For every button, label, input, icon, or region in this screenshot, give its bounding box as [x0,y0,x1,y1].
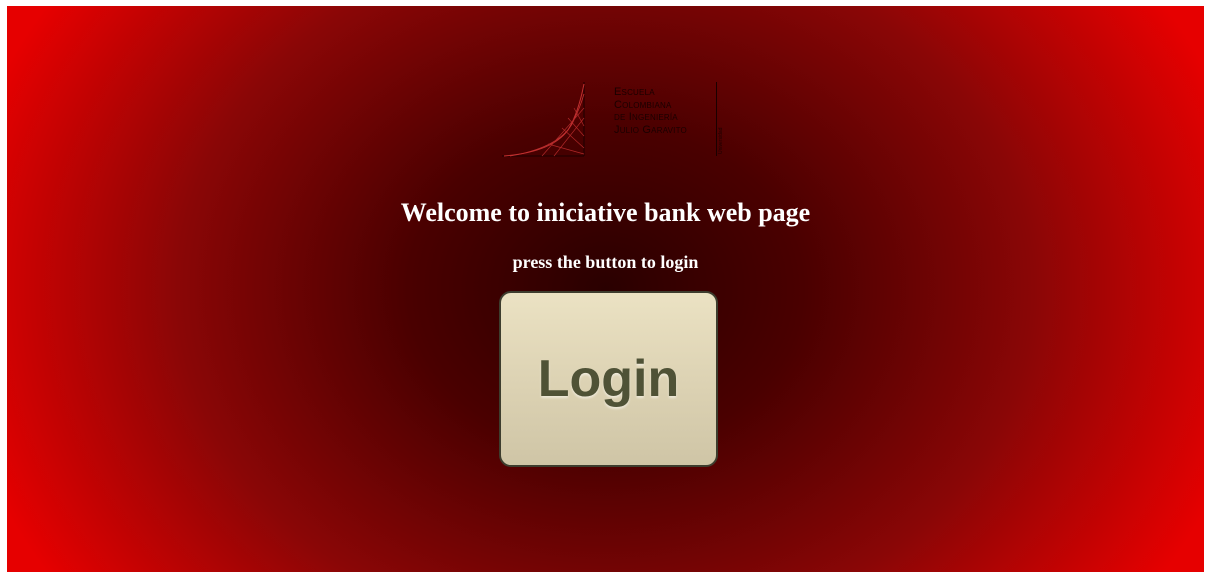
page-title: Welcome to iniciative bank web page [400,198,811,227]
logo-curve-icon [502,82,585,157]
page-subtitle: press the button to login [512,252,699,272]
login-button[interactable]: Login [499,291,718,467]
logo-line-1: Escuela [614,86,655,98]
logo-vertical-text: Universidad [718,127,724,154]
university-logo: Escuela Colombiana de Ingeniería Julio G… [502,78,728,160]
page-background: Escuela Colombiana de Ingeniería Julio G… [7,6,1204,572]
logo-line-2: Colombiana [614,98,672,111]
logo-line-3: de Ingeniería [614,111,678,123]
logo-text: Escuela Colombiana de Ingeniería Julio G… [614,86,687,136]
logo-line-4: Julio Garavito [614,123,687,136]
